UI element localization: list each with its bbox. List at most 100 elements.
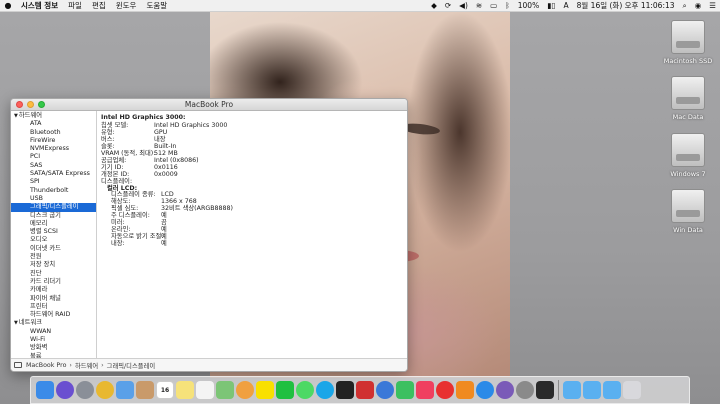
app-menu[interactable]: 시스템 정보 bbox=[16, 0, 63, 11]
app-icon-d[interactable] bbox=[436, 381, 454, 399]
info-value: 32비트 색상(ARGB8888) bbox=[161, 205, 234, 213]
sidebar-item[interactable]: 카드 리더기 bbox=[11, 278, 96, 286]
app-icon-e[interactable] bbox=[536, 381, 554, 399]
reminders-icon[interactable] bbox=[196, 381, 214, 399]
app-icon-a[interactable] bbox=[336, 381, 354, 399]
sidebar-item[interactable]: 저장 장치 bbox=[11, 261, 96, 269]
hard-drive-icon bbox=[671, 20, 705, 54]
spotlight-icon[interactable]: ⌕ bbox=[679, 1, 691, 11]
info-row: 주 디스플레이: 예 bbox=[101, 212, 403, 220]
hard-drive-icon bbox=[671, 189, 705, 223]
battery-percent[interactable]: 100% bbox=[514, 1, 543, 10]
sidebar-item[interactable]: 오디오 bbox=[11, 236, 96, 244]
messages-icon[interactable] bbox=[296, 381, 314, 399]
app-icon-b[interactable] bbox=[356, 381, 374, 399]
ibooks-icon[interactable] bbox=[456, 381, 474, 399]
window-titlebar[interactable]: MacBook Pro bbox=[11, 99, 407, 111]
zoom-button[interactable] bbox=[38, 101, 45, 108]
sidebar-group-hardware[interactable]: ▼하드웨어 bbox=[11, 112, 96, 120]
sidebar-item[interactable]: 디스크 굽기 bbox=[11, 212, 96, 220]
skype-icon[interactable] bbox=[316, 381, 334, 399]
notes-icon[interactable] bbox=[176, 381, 194, 399]
input-source[interactable]: A bbox=[559, 1, 572, 10]
battery-icon[interactable]: ▮▯ bbox=[543, 1, 559, 10]
preferences-icon[interactable] bbox=[516, 381, 534, 399]
drive-windows-7[interactable]: Windows 7 bbox=[660, 133, 716, 183]
sidebar-item[interactable]: 프린터 bbox=[11, 303, 96, 311]
sidebar-item[interactable]: PCI bbox=[11, 153, 96, 161]
documents-folder-icon[interactable] bbox=[583, 381, 601, 399]
airplay-icon[interactable]: ▭ bbox=[486, 1, 501, 10]
sidebar-item[interactable]: SAS bbox=[11, 162, 96, 170]
sync-icon[interactable]: ⟳ bbox=[441, 1, 455, 10]
drive-macintosh-ssd[interactable]: Macintosh SSD bbox=[660, 20, 716, 70]
finder-icon[interactable] bbox=[36, 381, 54, 399]
facetime-icon[interactable] bbox=[396, 381, 414, 399]
menu-clock[interactable]: 8월 16일 (화) 오후 11:06:13 bbox=[573, 0, 679, 11]
path-item[interactable]: MacBook Pro bbox=[26, 362, 66, 369]
path-item[interactable]: 그래픽/디스플레이 bbox=[107, 361, 155, 370]
sidebar[interactable]: ▼하드웨어 ATA Bluetooth FireWire NVMExpress PCI S… bbox=[11, 111, 97, 358]
minimize-button[interactable] bbox=[27, 101, 34, 108]
disclosure-triangle-icon[interactable]: ▼ bbox=[14, 320, 18, 326]
sidebar-item[interactable]: ATA bbox=[11, 120, 96, 128]
downloads-folder-icon[interactable] bbox=[603, 381, 621, 399]
line-icon[interactable] bbox=[276, 381, 294, 399]
menu-file[interactable]: 파일 bbox=[63, 0, 87, 11]
contacts-icon[interactable] bbox=[136, 381, 154, 399]
menu-bar: ● 시스템 정보 파일 편집 윈도우 도움말 ◆ ⟳ ◀) ≋ ▭ ᛒ 100%… bbox=[0, 0, 720, 12]
kakaotalk-icon[interactable] bbox=[256, 381, 274, 399]
drive-mac-data[interactable]: Mac Data bbox=[660, 76, 716, 126]
sidebar-item[interactable]: FireWire bbox=[11, 137, 96, 145]
photos-icon[interactable] bbox=[236, 381, 254, 399]
info-key: 주 디스플레이: bbox=[111, 212, 150, 220]
bluetooth-icon[interactable]: ᛒ bbox=[501, 1, 514, 10]
info-key: 자동으로 밝기 조절: bbox=[111, 233, 164, 241]
disclosure-triangle-icon[interactable]: ▼ bbox=[14, 113, 18, 119]
music-icon[interactable] bbox=[416, 381, 434, 399]
dock: 16 bbox=[30, 376, 690, 404]
system-info-window: MacBook Pro ▼하드웨어 ATA Bluetooth FireWire NV… bbox=[10, 98, 408, 372]
sidebar-item[interactable]: 이더넷 카드 bbox=[11, 245, 96, 253]
sidebar-item[interactable]: 메모리 bbox=[11, 220, 96, 228]
path-item[interactable]: 하드웨어 bbox=[75, 361, 98, 370]
sidebar-item[interactable]: WWAN bbox=[11, 328, 96, 336]
apple-menu-icon[interactable]: ● bbox=[0, 1, 16, 10]
applications-folder-icon[interactable] bbox=[563, 381, 581, 399]
wifi-icon[interactable]: ≋ bbox=[472, 1, 486, 10]
sidebar-item[interactable]: SPI bbox=[11, 178, 96, 186]
maps-icon[interactable] bbox=[216, 381, 234, 399]
sidebar-item[interactable]: 그래픽/디스플레이 bbox=[11, 203, 96, 212]
notification-center-icon[interactable]: ☰ bbox=[705, 1, 720, 10]
sidebar-item[interactable]: 병렬 SCSI bbox=[11, 228, 96, 236]
sidebar-item[interactable]: 방화벽 bbox=[11, 344, 96, 352]
trash-icon[interactable] bbox=[623, 381, 641, 399]
sidebar-item[interactable]: 파이버 채널 bbox=[11, 295, 96, 303]
system-info-icon[interactable] bbox=[496, 381, 514, 399]
sidebar-item[interactable]: NVMExpress bbox=[11, 145, 96, 153]
menu-window[interactable]: 윈도우 bbox=[111, 0, 142, 11]
appstore-icon[interactable] bbox=[476, 381, 494, 399]
sidebar-item[interactable]: Wi-Fi bbox=[11, 336, 96, 344]
menu-help[interactable]: 도움말 bbox=[141, 0, 172, 11]
dropbox-icon[interactable]: ◆ bbox=[427, 1, 441, 10]
menu-edit[interactable]: 편집 bbox=[87, 0, 111, 11]
app-icon-c[interactable] bbox=[376, 381, 394, 399]
drive-label: Windows 7 bbox=[670, 170, 706, 178]
sidebar-item[interactable]: 진단 bbox=[11, 270, 96, 278]
sidebar-item[interactable]: SATA/SATA Express bbox=[11, 170, 96, 178]
mail-icon[interactable] bbox=[116, 381, 134, 399]
close-button[interactable] bbox=[16, 101, 23, 108]
sidebar-item[interactable]: Thunderbolt bbox=[11, 187, 96, 195]
sidebar-item[interactable]: Bluetooth bbox=[11, 129, 96, 137]
volume-icon[interactable]: ◀) bbox=[455, 1, 472, 10]
siri-icon[interactable] bbox=[56, 381, 74, 399]
launchpad-icon[interactable] bbox=[76, 381, 94, 399]
drive-win-data[interactable]: Win Data bbox=[660, 189, 716, 239]
sidebar-group-network[interactable]: ▼네트워크 bbox=[11, 319, 96, 327]
calendar-icon[interactable]: 16 bbox=[156, 381, 174, 399]
chrome-icon[interactable] bbox=[96, 381, 114, 399]
sidebar-item[interactable]: 카메라 bbox=[11, 286, 96, 294]
user-avatar-icon[interactable]: ◉ bbox=[691, 1, 706, 10]
sidebar-group-label: 하드웨어 bbox=[18, 112, 43, 119]
